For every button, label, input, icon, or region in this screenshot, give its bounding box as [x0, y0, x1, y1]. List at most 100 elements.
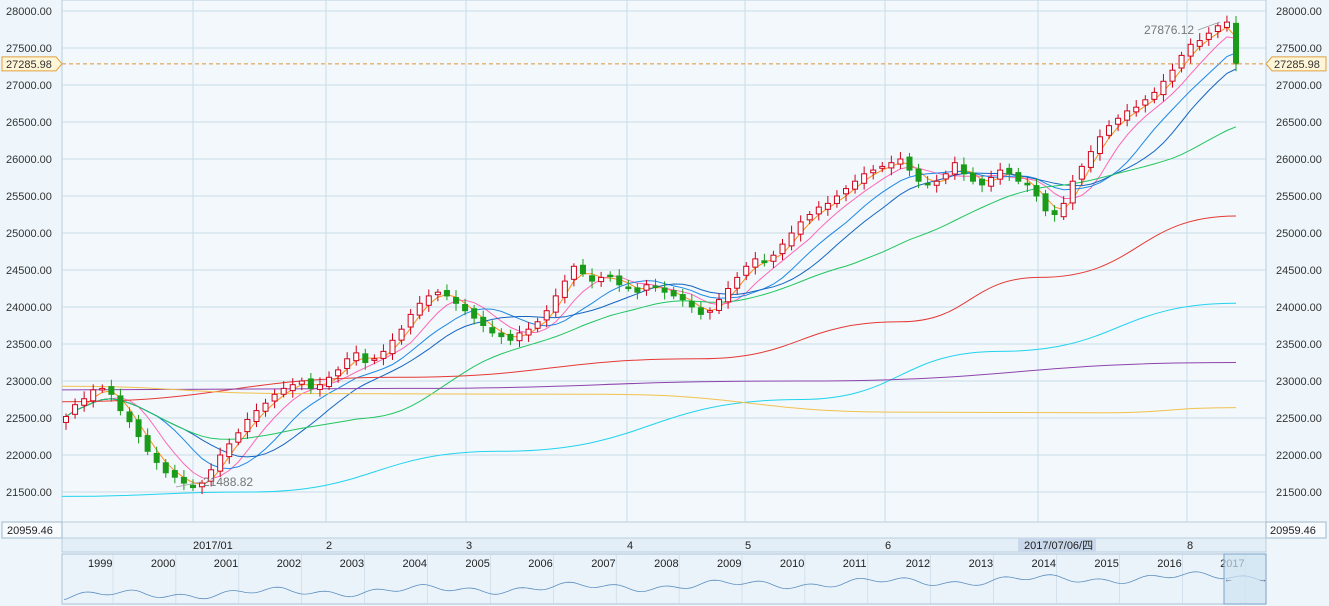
navigator-year-label: 2013 [969, 558, 993, 570]
y-tick-label-left: 25000.00 [6, 228, 52, 240]
candle-up [253, 410, 260, 422]
candle-up [806, 214, 813, 221]
candle-up [706, 310, 713, 313]
candle-up [779, 243, 786, 255]
y-tick-label-right: 24500.00 [1276, 265, 1322, 277]
candle-down [924, 182, 931, 186]
candle-up [371, 358, 378, 361]
candle-up [1142, 99, 1149, 106]
candle-down [960, 164, 967, 175]
y-tick-label-left: 22500.00 [6, 413, 52, 425]
candle-up [843, 188, 849, 195]
candle-down [453, 297, 459, 304]
y-tick-label-right: 22500.00 [1276, 413, 1322, 425]
candle-up [815, 206, 822, 215]
candle-up [951, 162, 958, 175]
candle-up [398, 328, 405, 341]
candle-up [734, 276, 741, 289]
candle-up [262, 402, 269, 412]
candle-up [316, 384, 323, 390]
candle-down [1233, 22, 1239, 65]
candle-up [280, 387, 287, 395]
candle-up [1060, 202, 1067, 218]
chart-root: 28000.00 27500.00 27000.00 26500.00 26000.00… [0, 0, 1329, 606]
candle-up [852, 180, 859, 190]
candle-down [171, 470, 178, 478]
candle-up [534, 321, 541, 329]
y-tick-label-right: 22000.00 [1276, 450, 1322, 462]
navigator-year-label: 2016 [1157, 558, 1181, 570]
candle-up [788, 232, 795, 247]
candle-up [643, 284, 650, 291]
candle-up [217, 454, 224, 472]
candle-up [833, 195, 840, 204]
candle-down [661, 287, 668, 293]
y-tick-label-right: 26500.00 [1276, 117, 1322, 129]
navigator-left-handle-icon[interactable]: ← [1224, 574, 1233, 584]
candle-up [90, 389, 97, 402]
navigator-year-label: 2002 [277, 558, 301, 570]
x-tick-label: 3 [466, 540, 472, 552]
candle-down [117, 395, 124, 412]
y-tick-label-right: 25500.00 [1276, 191, 1322, 203]
candle-up [861, 173, 868, 184]
candle-down [634, 287, 641, 293]
candle-up [870, 169, 877, 174]
candle-down [462, 304, 469, 312]
candle-down [1033, 185, 1040, 197]
candle-down [969, 172, 976, 182]
candle-up [416, 302, 423, 316]
navigator-year-label: 2011 [843, 558, 867, 570]
y-tick-label-left: 21500.00 [6, 487, 52, 499]
candle-down [480, 316, 487, 327]
candle-down [126, 411, 133, 423]
y-tick-label-left: 27500.00 [6, 43, 52, 55]
navigator-right-handle-icon[interactable]: → [1258, 574, 1267, 584]
candle-down [362, 353, 369, 363]
y-tick-label-right: 24000.00 [1276, 302, 1322, 314]
candle-up [271, 393, 278, 402]
candle-down [652, 285, 659, 288]
y-tick-label-left: 22000.00 [6, 450, 52, 462]
candle-up [407, 313, 414, 328]
candle-up [99, 387, 106, 391]
navigator-year-label: 2015 [1094, 558, 1118, 570]
candle-up [752, 258, 759, 268]
candle-down [1015, 172, 1022, 182]
x-tick-label: 8 [1187, 540, 1193, 552]
candle-up [552, 295, 559, 313]
candle-up [389, 339, 396, 355]
navigator-year-label: 2014 [1032, 558, 1056, 570]
candle-up [770, 254, 777, 262]
candle-down [915, 168, 922, 182]
y-tick-label-left: 25500.00 [6, 191, 52, 203]
navigator-year-label: 2005 [465, 558, 489, 570]
candle-down [607, 274, 614, 278]
navigator-year-label: 1999 [88, 558, 112, 570]
candle-up [516, 332, 523, 342]
candle-up [335, 369, 342, 377]
navigator-year-label: 2010 [780, 558, 804, 570]
candlestick-chart[interactable]: 28000.00 27500.00 27000.00 26500.00 26000.00… [0, 0, 1329, 606]
y-tick-label-left: 28000.00 [6, 6, 52, 18]
x-tick-label: 6 [885, 540, 891, 552]
candle-up [988, 177, 995, 187]
y-tick-label-left: 24000.00 [6, 302, 52, 314]
candle-up [1214, 25, 1221, 33]
candle-down [1006, 167, 1013, 175]
candle-down [1024, 182, 1031, 186]
y-tick-label-right: 27000.00 [1276, 80, 1322, 92]
y-tick-label-right: 23000.00 [1276, 376, 1322, 388]
navigator-year-label: 2000 [151, 558, 175, 570]
candle-up [380, 350, 387, 359]
candle-up [1096, 136, 1103, 154]
candle-up [434, 291, 441, 296]
candle-down [108, 386, 115, 395]
y-tick-label-right: 25000.00 [1276, 228, 1322, 240]
candle-up [525, 328, 532, 336]
candle-up [933, 180, 940, 186]
navigator-year-label: 2001 [214, 558, 238, 570]
x-tick-label: 4 [627, 540, 633, 552]
candle-up [570, 265, 577, 280]
x-tick-label: 2017/07/06/四 [1024, 540, 1093, 552]
